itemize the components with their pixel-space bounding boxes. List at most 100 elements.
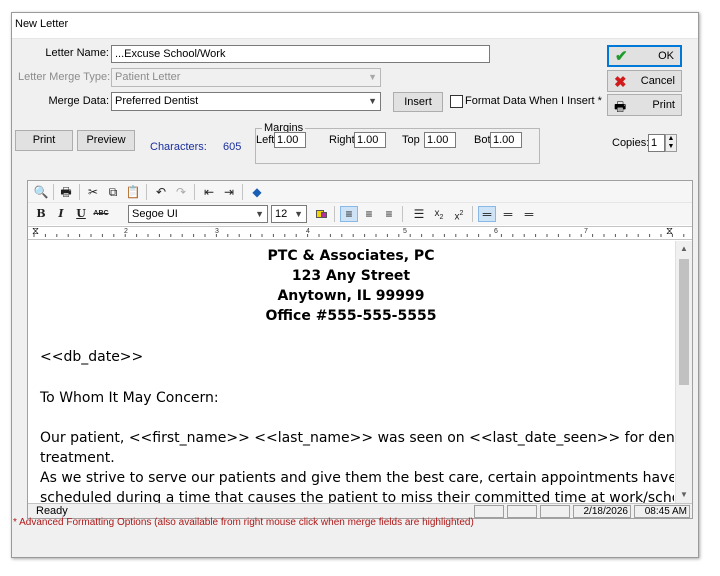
spin-down-icon[interactable]: ▼ <box>666 143 676 151</box>
toolbar-separator <box>334 206 335 222</box>
chevron-down-icon: ▼ <box>255 209 264 219</box>
color-icon[interactable] <box>312 206 330 222</box>
ok-label: OK <box>658 50 674 62</box>
letter-name-label: Letter Name: <box>45 47 109 59</box>
header-line: 123 Any Street <box>291 268 411 284</box>
margin-top-input[interactable]: 1.00 <box>424 132 456 148</box>
advanced-formatting-note: * Advanced Formatting Options (also avai… <box>13 517 474 528</box>
print-top-button[interactable]: 🖶 Print <box>607 94 682 116</box>
toolbar-separator <box>53 184 54 200</box>
paragraph-line: scheduled during a time that causes the … <box>40 490 674 503</box>
status-time: 08:45 AM <box>634 505 690 518</box>
bold-button[interactable]: B <box>32 206 50 222</box>
one-half-spacing-icon[interactable]: ═ <box>499 206 517 222</box>
single-spacing-icon[interactable]: ═ <box>478 206 496 222</box>
cut-icon[interactable]: ✂ <box>84 184 102 200</box>
ruler-number: 7 <box>584 228 588 235</box>
toolbar-separator <box>472 206 473 222</box>
x-icon: ✖ <box>614 74 627 91</box>
insert-button[interactable]: Insert <box>393 92 443 112</box>
copies-label: Copies: <box>612 137 650 149</box>
letter-name-input[interactable]: ...Excuse School/Work <box>111 45 490 63</box>
font-size-select[interactable]: 12 ▼ <box>271 205 307 223</box>
printer-icon: 🖶 <box>614 99 627 114</box>
scroll-down-icon[interactable]: ▼ <box>676 487 692 503</box>
margin-left-input[interactable]: 1.00 <box>274 132 306 148</box>
margin-left-label: Left <box>256 134 275 146</box>
align-left-icon[interactable]: ≡ <box>340 206 358 222</box>
format-data-checkbox[interactable] <box>450 95 463 108</box>
cancel-button[interactable]: ✖ Cancel <box>607 70 682 92</box>
margin-right-input[interactable]: 1.00 <box>354 132 386 148</box>
ruler-number: 5 <box>403 228 407 235</box>
ok-button[interactable]: ✔ OK <box>607 45 682 67</box>
bullet-list-icon[interactable]: ☰ <box>410 206 428 222</box>
status-text: Ready <box>36 505 68 517</box>
font-name-select[interactable]: Segoe UI ▼ <box>128 205 268 223</box>
editor-toolbar: 🔍 🖶 ✂ ⧉ 📋 ↶ ↷ ⇤ ⇥ ◆ <box>28 181 692 203</box>
chevron-down-icon: ▼ <box>368 72 377 82</box>
merge-data-select[interactable]: Preferred Dentist ▼ <box>111 92 381 111</box>
merge-data-label: Merge Data: <box>48 95 109 107</box>
undo-icon[interactable]: ↶ <box>152 184 170 200</box>
margin-bot-label: Bot <box>474 134 491 146</box>
print-button[interactable]: Print <box>15 130 73 151</box>
characters-label: Characters: <box>150 141 207 153</box>
copies-spinner[interactable]: ▲ ▼ <box>665 134 677 152</box>
redo-icon[interactable]: ↷ <box>172 184 190 200</box>
date-field: <<db_date>> <box>40 349 144 365</box>
right-indent-marker[interactable]: ⧖ <box>666 227 673 237</box>
font-name-value: Segoe UI <box>132 208 178 220</box>
paste-icon[interactable]: 📋 <box>124 184 142 200</box>
header-line: Anytown, IL 99999 <box>277 288 425 304</box>
scroll-up-icon[interactable]: ▲ <box>676 241 692 257</box>
outdent-icon[interactable]: ⇤ <box>200 184 218 200</box>
document-area[interactable]: PTC & Associates, PC 123 Any Street Anyt… <box>28 241 674 503</box>
subscript-icon[interactable]: x2 <box>430 206 448 222</box>
chevron-down-icon: ▼ <box>368 96 377 106</box>
spin-up-icon[interactable]: ▲ <box>666 135 676 143</box>
merge-field-icon[interactable]: ◆ <box>248 184 266 200</box>
merge-type-value: Patient Letter <box>115 71 181 83</box>
status-panel <box>540 505 570 518</box>
toolbar-separator <box>79 184 80 200</box>
ruler[interactable]: 2 3 4 5 6 7 ⧖ ⧖ <box>28 226 692 240</box>
merge-type-label: Letter Merge Type: <box>18 71 111 83</box>
characters-value: 605 <box>223 141 242 153</box>
check-icon: ✔ <box>615 48 628 65</box>
ruler-number: 3 <box>215 228 219 235</box>
status-panel <box>474 505 504 518</box>
copy-icon[interactable]: ⧉ <box>104 184 122 200</box>
paragraph-line: As we strive to serve our patients and g… <box>40 470 674 486</box>
superscript-icon[interactable]: x2 <box>450 206 468 222</box>
vertical-scrollbar[interactable]: ▲ ▼ <box>675 241 692 503</box>
binoculars-icon[interactable]: 🔍 <box>32 184 50 200</box>
align-center-icon[interactable]: ≡ <box>360 206 378 222</box>
toolbar-separator <box>194 184 195 200</box>
indent-icon[interactable]: ⇥ <box>220 184 238 200</box>
format-data-label: Format Data When I Insert * <box>465 95 602 107</box>
scroll-thumb[interactable] <box>679 259 689 385</box>
toolbar-separator <box>146 184 147 200</box>
window-title: New Letter <box>15 18 69 30</box>
double-spacing-icon[interactable]: ═ <box>520 206 538 222</box>
toolbar-separator <box>242 184 243 200</box>
strikethrough-button[interactable]: ABC <box>92 206 110 222</box>
merge-type-select[interactable]: Patient Letter ▼ <box>111 68 381 87</box>
header-line: PTC & Associates, PC <box>267 248 435 264</box>
underline-button[interactable]: U <box>72 206 90 222</box>
print-top-label: Print <box>652 99 675 111</box>
margin-top-label: Top <box>402 134 420 146</box>
new-letter-window: New Letter Letter Name: ...Excuse School… <box>11 12 699 558</box>
copies-input[interactable]: 1 <box>648 134 665 152</box>
margin-bot-input[interactable]: 1.00 <box>490 132 522 148</box>
toolbar-separator <box>402 206 403 222</box>
italic-button[interactable]: I <box>52 206 70 222</box>
ruler-number: 4 <box>306 228 310 235</box>
ruler-number: 2 <box>124 228 128 235</box>
left-indent-marker[interactable]: ⧖ <box>32 227 39 237</box>
align-right-icon[interactable]: ≡ <box>380 206 398 222</box>
printer-icon[interactable]: 🖶 <box>57 184 75 200</box>
margin-right-label: Right <box>329 134 355 146</box>
preview-button[interactable]: Preview <box>77 130 135 151</box>
